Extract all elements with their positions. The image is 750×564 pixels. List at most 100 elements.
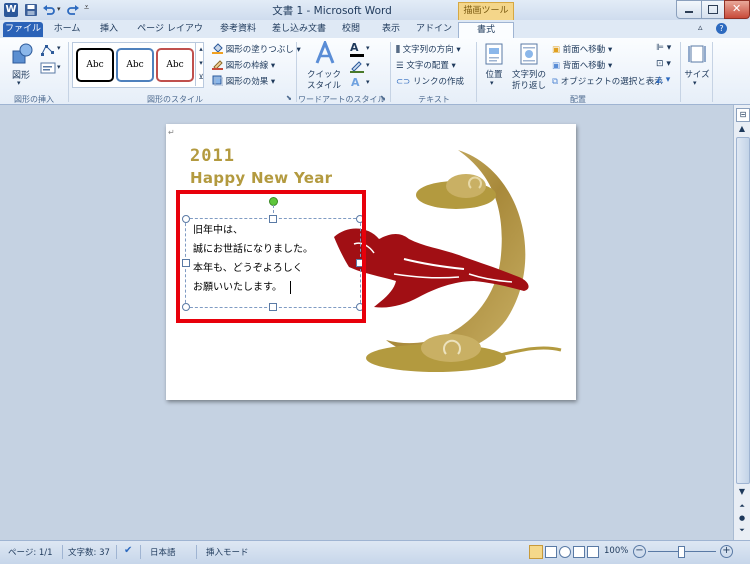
full-screen-view-icon[interactable]	[545, 546, 557, 558]
edit-shape-icon[interactable]	[40, 44, 56, 56]
align-text-icon: ☰	[396, 61, 404, 71]
separator	[712, 42, 713, 102]
text-effects-dropdown-icon[interactable]: ▾	[366, 78, 370, 86]
text-effects-icon[interactable]: A	[351, 76, 360, 89]
scroll-down-icon[interactable]: ▼	[736, 486, 748, 498]
text-box-icon[interactable]	[40, 62, 56, 74]
word-count[interactable]: 文字数: 37	[68, 546, 110, 558]
print-layout-view-icon[interactable]	[529, 545, 543, 559]
wrap-text-button[interactable]: 文字列の 折り返し	[510, 41, 548, 91]
text-fill-icon[interactable]: A	[350, 42, 364, 57]
shape-outline-button[interactable]: 図形の枠線 ▾	[212, 59, 275, 73]
text-outline-dropdown-icon[interactable]: ▾	[366, 61, 370, 69]
browse-object-icon[interactable]: ●	[736, 513, 748, 524]
scroll-thumb[interactable]	[736, 137, 750, 484]
align-text-button[interactable]: ☰ 文字の配置 ▾	[396, 59, 456, 73]
tab-review[interactable]: 校閲	[334, 22, 368, 37]
shape-effects-button[interactable]: 図形の効果 ▾	[212, 75, 275, 89]
minimize-ribbon-icon[interactable]: ▵	[698, 23, 703, 33]
web-layout-view-icon[interactable]	[559, 546, 571, 558]
previous-page-icon[interactable]: ⏶	[736, 501, 748, 512]
window-title: 文書 1 - Microsoft Word	[272, 5, 392, 17]
next-page-icon[interactable]: ⏷	[736, 525, 748, 536]
shapes-more-icon[interactable]: ▾	[57, 44, 61, 52]
dropdown-icon: ▾	[451, 61, 456, 71]
scroll-up-icon[interactable]: ▲	[736, 123, 748, 135]
group-icon[interactable]: ⊡ ▾	[656, 59, 671, 69]
tab-format[interactable]: 書式	[458, 22, 514, 39]
separator	[196, 545, 197, 559]
undo-icon[interactable]	[42, 3, 56, 17]
shape-styles-group-label: 図形のスタイル	[147, 95, 203, 104]
zoom-slider-thumb[interactable]	[678, 546, 685, 558]
tab-mailings[interactable]: 差し込み文書	[269, 22, 329, 37]
create-link-button[interactable]: ⊂⊃ リンクの作成	[396, 75, 464, 89]
help-icon[interactable]: ?	[716, 23, 727, 34]
save-icon[interactable]	[24, 3, 38, 17]
ribbon: 図形 ▾ ▾ ▾ 図形の挿入 Abc Abc Abc ▴ ▾ ⊻ 図形の塗りつぶ…	[0, 38, 750, 105]
tab-file[interactable]: ファイル	[3, 22, 43, 37]
wordart-launcher-icon[interactable]: ⬊	[380, 94, 386, 102]
shape-styles-launcher-icon[interactable]: ⬊	[286, 94, 292, 102]
word-app-icon[interactable]: W	[4, 3, 18, 17]
shapes-button[interactable]: 図形 ▾	[6, 41, 36, 91]
shape-style-sample-red[interactable]: Abc	[156, 48, 194, 82]
size-button[interactable]: サイズ ▾	[684, 41, 710, 91]
maximize-button[interactable]	[701, 0, 725, 19]
shape-style-sample-blue[interactable]: Abc	[116, 48, 154, 82]
insert-shapes-group-label: 図形の挿入	[14, 95, 54, 104]
shape-style-sample-black[interactable]: Abc	[76, 48, 114, 82]
wordart-group-label: ワードアートのスタイル	[298, 95, 386, 104]
zoom-level[interactable]: 100%	[604, 546, 628, 556]
ribbon-tab-bar: ファイル ホーム 挿入 ページ レイアウト 参考資料 差し込み文書 校閲 表示 …	[0, 20, 750, 49]
gallery-down-icon[interactable]: ▾	[196, 56, 206, 70]
close-button[interactable]: ✕	[724, 0, 750, 19]
shape-fill-button[interactable]: 図形の塗りつぶし ▾	[212, 43, 301, 57]
proofing-icon[interactable]: ✔	[124, 545, 132, 556]
position-button[interactable]: 位置 ▾	[480, 41, 508, 91]
tab-view[interactable]: 表示	[374, 22, 408, 37]
separator	[116, 545, 117, 559]
send-backward-button[interactable]: ▣ 背面へ移動 ▾	[552, 59, 612, 73]
customize-toolbar-icon[interactable]: ⩡	[84, 3, 89, 13]
zoom-in-icon[interactable]: +	[720, 545, 733, 558]
text-direction-button[interactable]: ⫼ 文字列の方向 ▾	[396, 43, 461, 57]
insert-mode-indicator[interactable]: 挿入モード	[206, 546, 249, 558]
zoom-out-icon[interactable]: −	[633, 545, 646, 558]
effects-icon	[212, 75, 224, 87]
tab-insert[interactable]: 挿入	[92, 22, 126, 37]
tab-home[interactable]: ホーム	[48, 22, 86, 37]
quick-styles-button[interactable]: クイック スタイル	[302, 41, 346, 93]
outline-view-icon[interactable]	[573, 546, 585, 558]
tab-page-layout[interactable]: ページ レイアウト	[133, 22, 207, 49]
redo-icon[interactable]	[66, 3, 80, 17]
rotate-icon[interactable]: ◭ ▾	[656, 75, 670, 85]
text-outline-icon[interactable]	[350, 60, 364, 73]
vertical-scrollbar[interactable]: ⊟ ▲ ▼ ⏶ ● ⏷	[733, 105, 750, 540]
minimize-button[interactable]	[676, 0, 702, 19]
language-indicator[interactable]: 日本語	[150, 546, 176, 558]
text-direction-icon: ⫼	[396, 45, 400, 55]
tab-addins[interactable]: アドイン	[414, 22, 454, 37]
dropdown-icon: ▾	[270, 61, 276, 71]
status-bar: ページ: 1/1 文字数: 37 ✔ 日本語 挿入モード 100% − +	[0, 540, 750, 564]
bring-forward-button[interactable]: ▣ 前面へ移動 ▾	[552, 43, 612, 57]
dropdown-icon: ▾	[270, 77, 276, 87]
gallery-scroll: ▴ ▾ ⊻	[195, 42, 206, 86]
greeting-text: Happy New Year	[190, 169, 333, 187]
align-icon[interactable]: ⊫ ▾	[656, 43, 671, 53]
undo-dropdown-icon[interactable]: ▾	[57, 5, 61, 13]
text-fill-dropdown-icon[interactable]: ▾	[366, 44, 370, 52]
text-box-more-icon[interactable]: ▾	[57, 63, 61, 71]
selection-pane-button[interactable]: ⧉ オブジェクトの選択と表示	[552, 75, 663, 89]
page-indicator[interactable]: ページ: 1/1	[8, 546, 53, 558]
ruler-toggle-icon[interactable]: ⊟	[736, 108, 750, 122]
quick-styles-label-2: スタイル	[306, 81, 341, 91]
selection-pane-icon: ⧉	[552, 77, 559, 87]
gallery-more-icon[interactable]: ⊻	[196, 70, 206, 84]
gallery-up-icon[interactable]: ▴	[196, 42, 206, 56]
tab-references[interactable]: 参考資料	[212, 22, 264, 37]
draft-view-icon[interactable]	[587, 546, 599, 558]
arrange-group-label: 配置	[570, 95, 586, 104]
contextual-tab-header: 描画ツール	[458, 2, 514, 20]
